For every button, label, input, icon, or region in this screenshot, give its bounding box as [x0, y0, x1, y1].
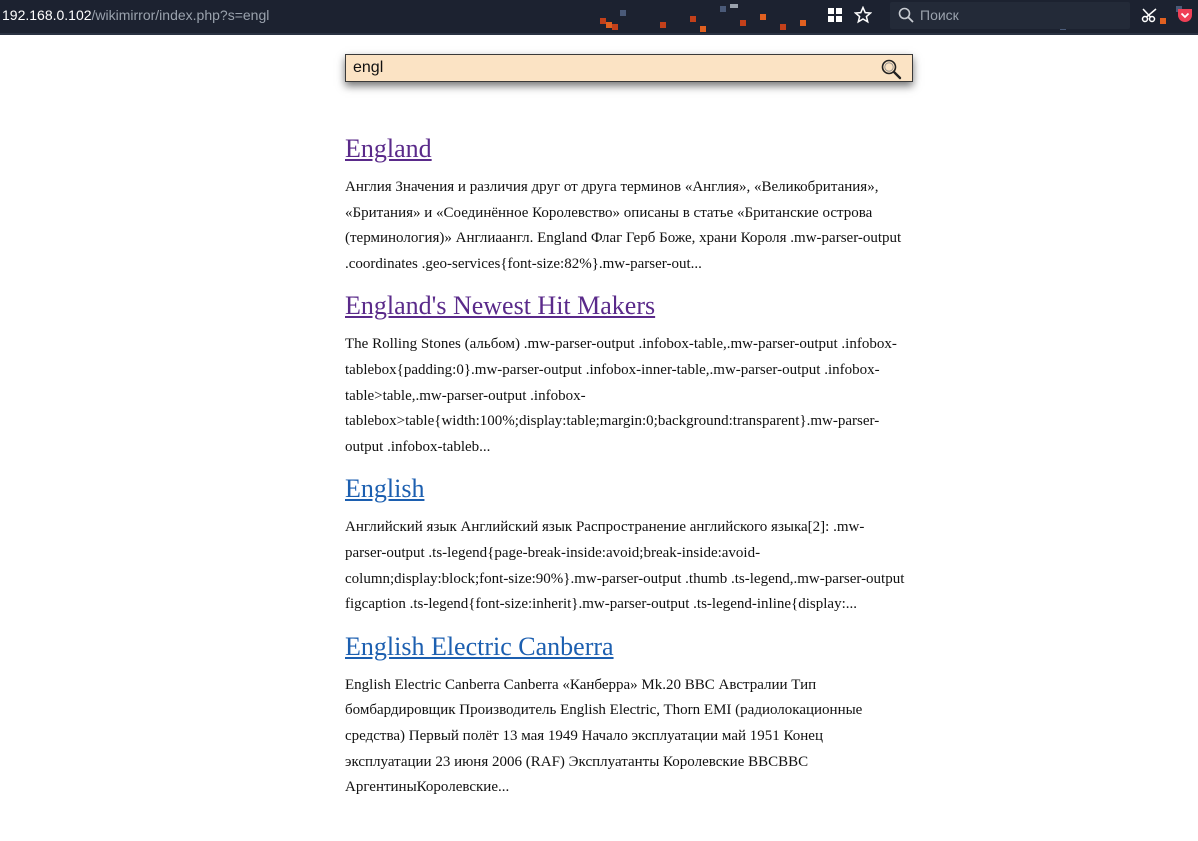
- search-field[interactable]: engl: [345, 54, 913, 82]
- url-host: 192.168.0.102: [2, 7, 92, 23]
- search-icon: [898, 7, 914, 23]
- star-icon[interactable]: [854, 6, 872, 24]
- browser-toolbar: 192.168.0.102/wikimirror/index.php?s=eng…: [0, 0, 1198, 33]
- address-bar-url[interactable]: 192.168.0.102/wikimirror/index.php?s=eng…: [2, 7, 269, 23]
- result-item: English Английский язык Английский язык …: [345, 472, 905, 617]
- result-snippet: Английский язык Английский язык Распрост…: [345, 519, 905, 613]
- result-snippet: English Electric Canberra Canberra «Канб…: [345, 676, 863, 796]
- result-title-link[interactable]: English Electric Canberra: [345, 630, 614, 664]
- browser-search-box[interactable]: Поиск: [890, 2, 1130, 29]
- scissors-icon[interactable]: [1141, 6, 1159, 24]
- result-title-link[interactable]: England: [345, 132, 432, 166]
- result-item: England Англия Значения и различия друг …: [345, 132, 905, 277]
- url-path: /wikimirror/index.php?s=engl: [91, 7, 270, 23]
- search-results: England Англия Значения и различия друг …: [345, 132, 905, 813]
- result-snippet: The Rolling Stones (альбом) .mw-parser-o…: [345, 336, 897, 455]
- grid-icon[interactable]: [826, 6, 844, 24]
- search-input[interactable]: engl: [353, 59, 383, 77]
- result-item: English Electric Canberra English Electr…: [345, 630, 905, 801]
- toolbar-divider: [0, 33, 1198, 35]
- result-snippet: Англия Значения и различия друг от друга…: [345, 179, 902, 272]
- magnifier-icon[interactable]: [880, 58, 902, 80]
- browser-search-placeholder: Поиск: [920, 7, 959, 23]
- result-item: England's Newest Hit Makers The Rolling …: [345, 289, 905, 460]
- result-title-link[interactable]: English: [345, 472, 424, 506]
- result-title-link[interactable]: England's Newest Hit Makers: [345, 289, 655, 323]
- pocket-icon[interactable]: [1176, 6, 1194, 24]
